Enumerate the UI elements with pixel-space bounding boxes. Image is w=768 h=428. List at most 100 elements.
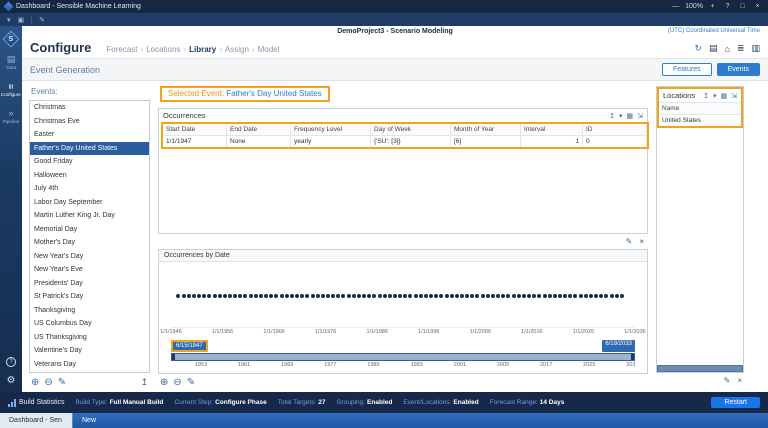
maximize-icon[interactable]: □ bbox=[737, 3, 748, 10]
occurrence-dot bbox=[516, 293, 521, 298]
export-icon[interactable]: ↥ bbox=[703, 92, 709, 100]
dropdown-icon[interactable]: ▾ bbox=[7, 16, 11, 24]
column-header-month-of-year[interactable]: Month of Year bbox=[451, 124, 521, 136]
grid-icon[interactable]: ▦ bbox=[627, 112, 634, 120]
event-list-item[interactable]: Martin Luther King Jr. Day bbox=[30, 209, 149, 223]
events-toolbar: ⊕ ⊖ ✎ ↥ bbox=[29, 373, 150, 388]
event-list-item[interactable]: Memorial Day bbox=[30, 223, 149, 237]
event-list-item[interactable]: Presidents' Day bbox=[30, 277, 149, 291]
column-header-end-date[interactable]: End Date bbox=[227, 124, 291, 136]
edit-occurrences-button[interactable]: ✎ bbox=[187, 378, 195, 388]
event-list-item[interactable]: Veterans Day bbox=[30, 358, 149, 372]
locations-column-header[interactable]: Name bbox=[659, 102, 741, 115]
chevron-down-icon[interactable]: ▾ bbox=[713, 92, 717, 100]
expand-icon[interactable]: ⇲ bbox=[731, 92, 737, 100]
event-list-item[interactable]: Christmas Eve bbox=[30, 115, 149, 129]
event-list-item[interactable]: New Year's Eve bbox=[30, 263, 149, 277]
occurrences-data-row[interactable]: 1/1/1947 None yearly {'SU': [3]} [6] 1 0 bbox=[163, 136, 647, 147]
close-icon[interactable]: × bbox=[752, 3, 763, 10]
remove-occurrence-button[interactable]: ⊖ bbox=[173, 378, 181, 388]
help-circle-icon[interactable]: ? bbox=[6, 357, 16, 367]
event-list-item[interactable]: Easter bbox=[30, 128, 149, 142]
export-icon[interactable]: ↥ bbox=[609, 112, 615, 120]
occurrence-dot bbox=[191, 293, 196, 298]
home-icon[interactable]: ⌂ bbox=[725, 44, 730, 54]
occurrence-dot bbox=[212, 293, 217, 298]
timezone-label: (UTC) Coordinated Universal Time bbox=[667, 28, 760, 34]
breadcrumb-item-assign[interactable]: Assign bbox=[225, 45, 249, 54]
event-list-item[interactable]: US Columbus Day bbox=[30, 317, 149, 331]
column-header-frequency-level[interactable]: Frequency Level bbox=[291, 124, 371, 136]
occurrence-dot bbox=[320, 293, 325, 298]
event-list-item[interactable]: US Thanksgiving bbox=[30, 331, 149, 345]
restart-button[interactable]: Restart bbox=[711, 397, 760, 408]
selected-event-label: Selected Event: bbox=[168, 89, 225, 98]
column-header-interval[interactable]: Interval bbox=[521, 124, 583, 136]
chevron-down-icon[interactable]: ▾ bbox=[619, 112, 623, 120]
event-list-item[interactable]: July 4th bbox=[30, 182, 149, 196]
event-list-item[interactable]: Valentine's Day bbox=[30, 344, 149, 358]
taskbar-tab-dashboard-sen[interactable]: Dashboard - Sen bbox=[0, 413, 72, 428]
edit-icon[interactable]: ✎ bbox=[39, 16, 45, 24]
event-list-item[interactable]: Labor Day September bbox=[30, 196, 149, 210]
occurrence-dot bbox=[511, 293, 516, 298]
brush-right-handle[interactable] bbox=[631, 354, 634, 360]
event-list-item[interactable]: Father's Day United States bbox=[30, 141, 149, 155]
column-header-id[interactable]: ID bbox=[583, 124, 647, 136]
document-icon[interactable]: ▤ bbox=[709, 43, 718, 54]
add-occurrence-button[interactable]: ⊕ bbox=[160, 378, 168, 388]
delete-occurrence-button[interactable]: × bbox=[639, 237, 644, 246]
add-event-button[interactable]: ⊕ bbox=[31, 377, 39, 388]
occurrences-panel-header: Occurrences ↥ ▾ ▦ ⇲ bbox=[159, 109, 647, 122]
brush-slider[interactable] bbox=[171, 353, 635, 361]
features-button[interactable]: Features bbox=[661, 63, 712, 76]
column-header-day-of-week[interactable]: Day of Week bbox=[371, 124, 451, 136]
occurrence-dot bbox=[470, 293, 475, 298]
edit-occurrence-button[interactable]: ✎ bbox=[626, 237, 633, 246]
breadcrumb-item-library[interactable]: Library bbox=[189, 45, 216, 54]
occurrence-dot bbox=[537, 293, 542, 298]
save-icon[interactable]: ▣ bbox=[18, 16, 25, 24]
occurrence-dot bbox=[202, 293, 207, 298]
edit-event-button[interactable]: ✎ bbox=[58, 377, 66, 388]
event-list-item[interactable]: Thanksgiving bbox=[30, 304, 149, 318]
upload-icon[interactable]: ↥ bbox=[140, 377, 148, 388]
axis-tick-label: 1/1/2036 bbox=[624, 329, 646, 335]
delete-location-button[interactable]: × bbox=[737, 376, 742, 385]
status-field-value: 14 Days bbox=[539, 399, 565, 406]
event-list-item[interactable]: St Patrick's Day bbox=[30, 290, 149, 304]
sync-icon[interactable]: ↻ bbox=[694, 43, 702, 54]
breadcrumb-item-forecast[interactable]: Forecast bbox=[106, 45, 137, 54]
taskbar-tab-new[interactable]: New bbox=[72, 413, 105, 428]
display-icon[interactable]: ▥ bbox=[751, 43, 760, 54]
locations-scrollbar[interactable] bbox=[657, 365, 743, 372]
event-list-item[interactable]: Mother's Day bbox=[30, 236, 149, 250]
edit-location-button[interactable]: ✎ bbox=[724, 376, 731, 385]
column-header-start-date[interactable]: Start Date bbox=[163, 124, 227, 136]
brush-left-handle[interactable] bbox=[172, 354, 175, 360]
layers-icon[interactable]: ≣ bbox=[737, 43, 745, 54]
sidebar-item-data[interactable]: ▤ Data bbox=[6, 55, 17, 71]
breadcrumb-item-locations[interactable]: Locations bbox=[146, 45, 180, 54]
help-icon[interactable]: ? bbox=[722, 3, 733, 10]
event-list-item[interactable]: Good Friday bbox=[30, 155, 149, 169]
expand-icon[interactable]: ⇲ bbox=[637, 112, 643, 120]
sidebar-item-configure[interactable]: ≡ Configure bbox=[0, 82, 22, 98]
breadcrumb-item-model[interactable]: Model bbox=[258, 45, 280, 54]
zoom-out-icon[interactable]: — bbox=[670, 3, 681, 10]
event-list-item[interactable]: Christmas bbox=[30, 101, 149, 115]
event-list-item[interactable]: Halloween bbox=[30, 169, 149, 183]
grid-icon[interactable]: ▦ bbox=[721, 92, 728, 100]
location-row[interactable]: United States bbox=[659, 115, 741, 126]
brand-logo-icon[interactable]: S bbox=[2, 30, 20, 48]
brush-end-label: 6/19/2033 bbox=[602, 340, 635, 352]
occurrence-dot bbox=[594, 293, 599, 298]
remove-event-button[interactable]: ⊖ bbox=[44, 377, 52, 388]
zoom-in-icon[interactable]: + bbox=[707, 3, 718, 10]
fast-forward-icon: » bbox=[8, 108, 14, 118]
events-button[interactable]: Events bbox=[716, 63, 760, 76]
occurrence-dot bbox=[253, 293, 258, 298]
sidebar-item-pipeline[interactable]: » Pipeline bbox=[2, 109, 20, 125]
settings-gear-icon[interactable]: ⚙ bbox=[7, 375, 16, 386]
event-list-item[interactable]: New Year's Day bbox=[30, 250, 149, 264]
